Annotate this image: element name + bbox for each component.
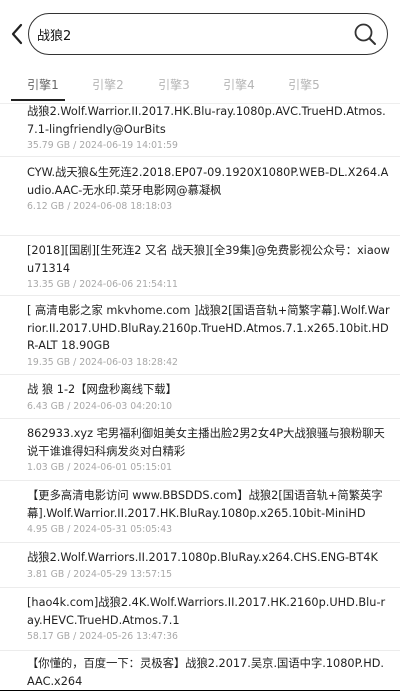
chevron-left-icon xyxy=(11,23,23,45)
result-title: 【你懂的，百度一下：灵极客】战狼2.2017.吴京.国语中字.1080P.HD.… xyxy=(27,657,385,688)
result-title: [hao4k.com]战狼2.4K.Wolf.Warriors.II.2017.… xyxy=(27,596,386,627)
divider xyxy=(0,235,400,236)
tab-engine-4[interactable]: 引擎4 xyxy=(214,76,264,93)
search-button[interactable] xyxy=(351,20,379,48)
tab-engine-5[interactable]: 引擎5 xyxy=(279,76,329,93)
tab-engine-3[interactable]: 引擎3 xyxy=(149,76,199,93)
active-tab-indicator xyxy=(11,99,65,101)
result-item[interactable]: [2018][国剧][生死连2 又名 战天狼][全39集]@免费影视公众号：xi… xyxy=(0,242,400,291)
divider xyxy=(0,650,400,651)
back-button[interactable] xyxy=(6,18,28,50)
result-item[interactable]: 战狼2.Wolf.Warriors.II.2017.1080p.BluRay.x… xyxy=(0,549,400,581)
result-item[interactable]: 【更多高清电影访问 www.BBSDDS.com】战狼2[国语音轨+简繁英字幕]… xyxy=(0,487,400,536)
result-item[interactable]: 战狼2.Wolf.Warrior.II.2017.HK.Blu-ray.1080… xyxy=(0,103,400,152)
tab-engine-1[interactable]: 引擎1 xyxy=(18,76,68,93)
result-item[interactable]: 【你懂的，百度一下：灵极客】战狼2.2017.吴京.国语中字.1080P.HD.… xyxy=(0,655,400,690)
result-meta: 13.35 GB / 2024-06-06 21:54:11 xyxy=(27,279,178,290)
result-meta: 35.79 GB / 2024-06-19 14:01:59 xyxy=(27,140,178,151)
result-meta: 6.12 GB / 2024-06-08 18:18:03 xyxy=(27,201,173,212)
result-title: 战 狼 1-2【网盘秒离线下载】 xyxy=(27,383,177,396)
result-meta: 58.17 GB / 2024-05-26 13:47:36 xyxy=(27,631,178,642)
divider xyxy=(0,295,400,296)
result-item[interactable]: 战 狼 1-2【网盘秒离线下载】 6.43 GB / 2024-06-03 04… xyxy=(0,381,400,413)
result-meta: 4.95 GB / 2024-05-31 05:05:43 xyxy=(27,524,173,535)
result-title: [2018][国剧][生死连2 又名 战天狼][全39集]@免费影视公众号：xi… xyxy=(27,244,390,275)
result-title: [ 高清电影之家 mkvhome.com ]战狼2[国语音轨+简繁字幕].Wol… xyxy=(27,304,390,352)
search-input[interactable] xyxy=(37,26,351,42)
divider xyxy=(0,374,400,375)
result-title: 862933.xyz 宅男福利御姐美女主播出脸2男2女4P大战狼骚与狼粉聊天说干… xyxy=(27,427,385,458)
result-item[interactable]: 862933.xyz 宅男福利御姐美女主播出脸2男2女4P大战狼骚与狼粉聊天说干… xyxy=(0,425,400,474)
tab-engine-2[interactable]: 引擎2 xyxy=(83,76,133,93)
result-item[interactable]: [hao4k.com]战狼2.4K.Wolf.Warriors.II.2017.… xyxy=(0,594,400,643)
result-title: 战狼2.Wolf.Warriors.II.2017.1080p.BluRay.x… xyxy=(27,551,378,564)
divider xyxy=(0,480,400,481)
result-title: 战狼2.Wolf.Warrior.II.2017.HK.Blu-ray.1080… xyxy=(27,105,386,136)
result-title: 【更多高清电影访问 www.BBSDDS.com】战狼2[国语音轨+简繁英字幕]… xyxy=(27,489,383,520)
divider xyxy=(0,156,400,157)
search-box[interactable] xyxy=(28,13,388,55)
divider xyxy=(0,542,400,543)
result-item[interactable]: [ 高清电影之家 mkvhome.com ]战狼2[国语音轨+简繁字幕].Wol… xyxy=(0,302,400,369)
result-meta: 19.35 GB / 2024-06-03 18:28:42 xyxy=(27,356,178,368)
top-bar xyxy=(0,0,400,66)
result-meta: 3.81 GB / 2024-05-29 13:57:15 xyxy=(27,568,173,580)
search-icon xyxy=(354,23,376,45)
engine-tabs: 引擎1 引擎2 引擎3 引擎4 引擎5 xyxy=(0,66,400,104)
result-item[interactable]: CYW.战天狼&生死连2.2018.EP07-09.1920X1080P.WEB… xyxy=(0,164,400,213)
divider xyxy=(0,418,400,419)
result-meta: 6.43 GB / 2024-06-03 04:20:10 xyxy=(27,400,173,412)
result-meta: 1.03 GB / 2024-06-01 05:15:01 xyxy=(27,462,173,473)
result-title: CYW.战天狼&生死连2.2018.EP07-09.1920X1080P.WEB… xyxy=(27,166,389,197)
divider xyxy=(0,587,400,588)
